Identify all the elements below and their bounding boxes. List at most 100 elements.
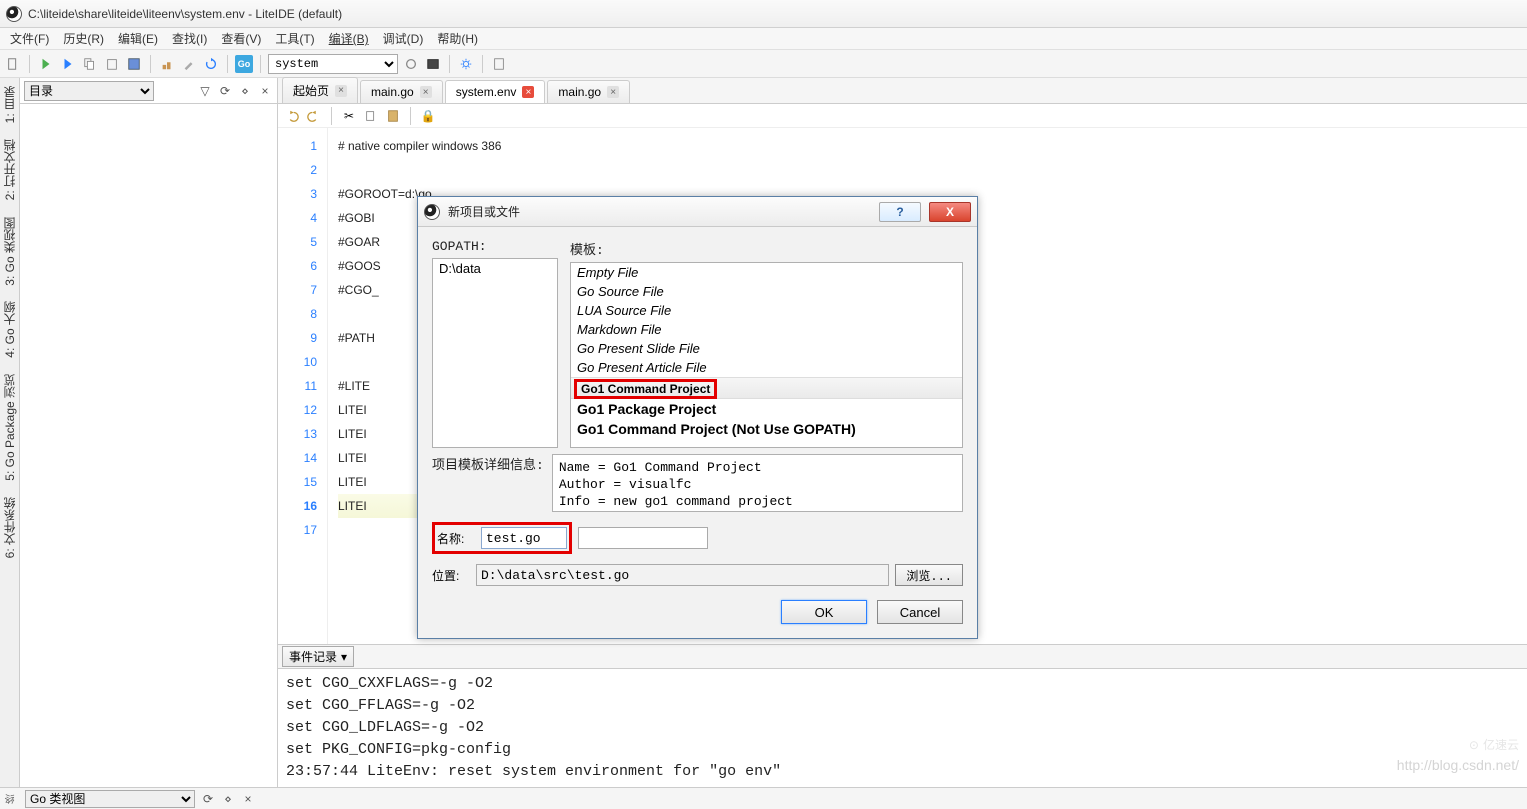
list-item[interactable]: D:\data — [433, 259, 557, 278]
close-icon[interactable]: × — [335, 85, 347, 97]
list-item[interactable]: Markdown File — [571, 320, 962, 339]
refresh-icon[interactable] — [202, 55, 220, 73]
log-output[interactable]: set CGO_CXXFLAGS=-g -O2 set CGO_FFLAGS=-… — [278, 669, 1527, 787]
run-debug-icon[interactable] — [59, 55, 77, 73]
dialog-titlebar[interactable]: 新项目或文件 ? X — [418, 197, 977, 227]
log-tab-label: 事件记录 — [289, 648, 337, 665]
menu-item[interactable]: 文件(F) — [4, 28, 55, 49]
menu-item[interactable]: 工具(T) — [269, 28, 320, 49]
file-tab-label: main.go — [371, 85, 414, 99]
list-item[interactable]: Go Source File — [571, 282, 962, 301]
filter-icon[interactable]: ▽ — [197, 83, 213, 99]
close-icon[interactable]: × — [522, 86, 534, 98]
name-input[interactable] — [481, 527, 567, 549]
file-tab[interactable]: main.go× — [547, 80, 630, 103]
editor-toolbar: ✂ 🔒 — [278, 104, 1527, 128]
doc-icon[interactable] — [490, 55, 508, 73]
list-item[interactable]: Go Present Article File — [571, 358, 962, 377]
menu-item[interactable]: 帮助(H) — [431, 28, 484, 49]
browse-button[interactable]: 浏览... — [895, 564, 963, 586]
close-panel-icon[interactable]: × — [257, 83, 273, 99]
log-tab-events[interactable]: 事件记录 ▾ — [282, 646, 354, 667]
save-all-icon[interactable] — [125, 55, 143, 73]
sidetab[interactable]: 2: 打开文档 — [0, 133, 20, 206]
list-item[interactable]: Go1 Command Project (Not Use GOPATH) — [571, 419, 962, 439]
sidetab[interactable]: 4: Go 大纲 — [0, 295, 20, 364]
separator — [410, 107, 411, 125]
window-titlebar: C:\liteide\share\liteide\liteenv\system.… — [0, 0, 1527, 28]
location-input — [476, 564, 889, 586]
separator — [331, 107, 332, 125]
file-tab-label: 起始页 — [293, 82, 329, 99]
bottom-panel: 事件记录 ▾ set CGO_CXXFLAGS=-g -O2 set CGO_F… — [278, 644, 1527, 787]
sidetabs-left: 1: 目录 2: 打开文档 3: Go 类视图 4: Go 大纲 5: Go Packa… — [0, 78, 20, 787]
settings-icon[interactable] — [457, 55, 475, 73]
cut-icon[interactable]: ✂ — [341, 108, 357, 124]
list-item[interactable]: Go1 Package Project — [571, 399, 962, 419]
list-item[interactable]: Go1 Command Project — [571, 377, 962, 399]
footer-sync-icon[interactable]: ⟳ — [201, 792, 215, 806]
menu-item[interactable]: 历史(R) — [57, 28, 110, 49]
build-icon[interactable] — [158, 55, 176, 73]
file-tab[interactable]: main.go × — [360, 80, 443, 103]
list-item[interactable]: Empty File — [571, 263, 962, 282]
dialog-close-button[interactable]: X — [929, 202, 971, 222]
menu-item[interactable]: 查找(I) — [166, 28, 213, 49]
dialog-help-button[interactable]: ? — [879, 202, 921, 222]
templates-listbox[interactable]: Empty FileGo Source FileLUA Source FileM… — [570, 262, 963, 448]
redo-icon[interactable] — [306, 108, 322, 124]
run-icon[interactable] — [37, 55, 55, 73]
cancel-button[interactable]: Cancel — [877, 600, 963, 624]
copy2-icon[interactable] — [363, 108, 379, 124]
footer-collapse-icon[interactable]: ⋄ — [221, 792, 235, 806]
lock-icon[interactable]: 🔒 — [420, 108, 436, 124]
separator — [449, 55, 450, 73]
footer-side-label: 终 — [4, 794, 19, 804]
separator — [227, 55, 228, 73]
tools-icon[interactable] — [180, 55, 198, 73]
copy-icon[interactable] — [81, 55, 99, 73]
menu-item[interactable]: 编辑(E) — [112, 28, 164, 49]
menu-bar: 文件(F)历史(R)编辑(E)查找(I)查看(V)工具(T)编译(B)调试(D)… — [0, 28, 1527, 50]
collapse-icon[interactable]: ⋄ — [237, 83, 253, 99]
sidetab[interactable]: 6: 文件系统 — [0, 491, 20, 564]
sidetab[interactable]: 5: Go Package 浏览 — [0, 368, 20, 487]
env-select[interactable]: system — [268, 54, 398, 74]
main-toolbar: Go system — [0, 50, 1527, 78]
dialog-app-icon — [424, 204, 440, 220]
file-tab-label: system.env — [456, 85, 517, 99]
new-file-icon[interactable] — [4, 55, 22, 73]
menu-item[interactable]: 查看(V) — [215, 28, 267, 49]
terminal-icon[interactable] — [424, 55, 442, 73]
menu-item[interactable]: 调试(D) — [377, 28, 430, 49]
window-title: C:\liteide\share\liteide\liteenv\system.… — [28, 7, 342, 21]
sidetab[interactable]: 1: 目录 — [0, 80, 20, 129]
paste2-icon[interactable] — [385, 108, 401, 124]
sidetab[interactable]: 3: Go 类视图 — [0, 211, 20, 292]
templates-label: 模板: — [570, 239, 963, 258]
paste-icon[interactable] — [103, 55, 121, 73]
menu-item[interactable]: 编译(B) — [323, 28, 375, 49]
name-input-ext[interactable] — [578, 527, 708, 549]
file-tab[interactable]: 起始页 × — [282, 77, 358, 103]
list-item[interactable]: LUA Source File — [571, 301, 962, 320]
file-tab[interactable]: system.env × — [445, 80, 546, 103]
app-icon — [6, 6, 22, 22]
dialog-title: 新项目或文件 — [448, 203, 871, 220]
footer-close-icon[interactable]: × — [241, 792, 255, 806]
sync-icon[interactable]: ⟳ — [217, 83, 233, 99]
undo-icon[interactable] — [284, 108, 300, 124]
close-icon[interactable]: × — [607, 86, 619, 98]
footer-select[interactable]: Go 类视图 — [25, 790, 195, 808]
gopath-listbox[interactable]: D:\data — [432, 258, 558, 448]
go-icon[interactable]: Go — [235, 55, 253, 73]
explorer-dropdown[interactable]: 目录 — [24, 81, 154, 101]
template-detail: Name = Go1 Command Project Author = visu… — [552, 454, 963, 512]
file-tabs: 起始页×main.go×system.env×main.go× — [278, 78, 1527, 104]
reload-env-icon[interactable] — [402, 55, 420, 73]
explorer-tree[interactable] — [20, 104, 277, 787]
list-item[interactable]: Go Present Slide File — [571, 339, 962, 358]
chevron-down-icon: ▾ — [341, 650, 347, 664]
close-icon[interactable]: × — [420, 86, 432, 98]
ok-button[interactable]: OK — [781, 600, 867, 624]
